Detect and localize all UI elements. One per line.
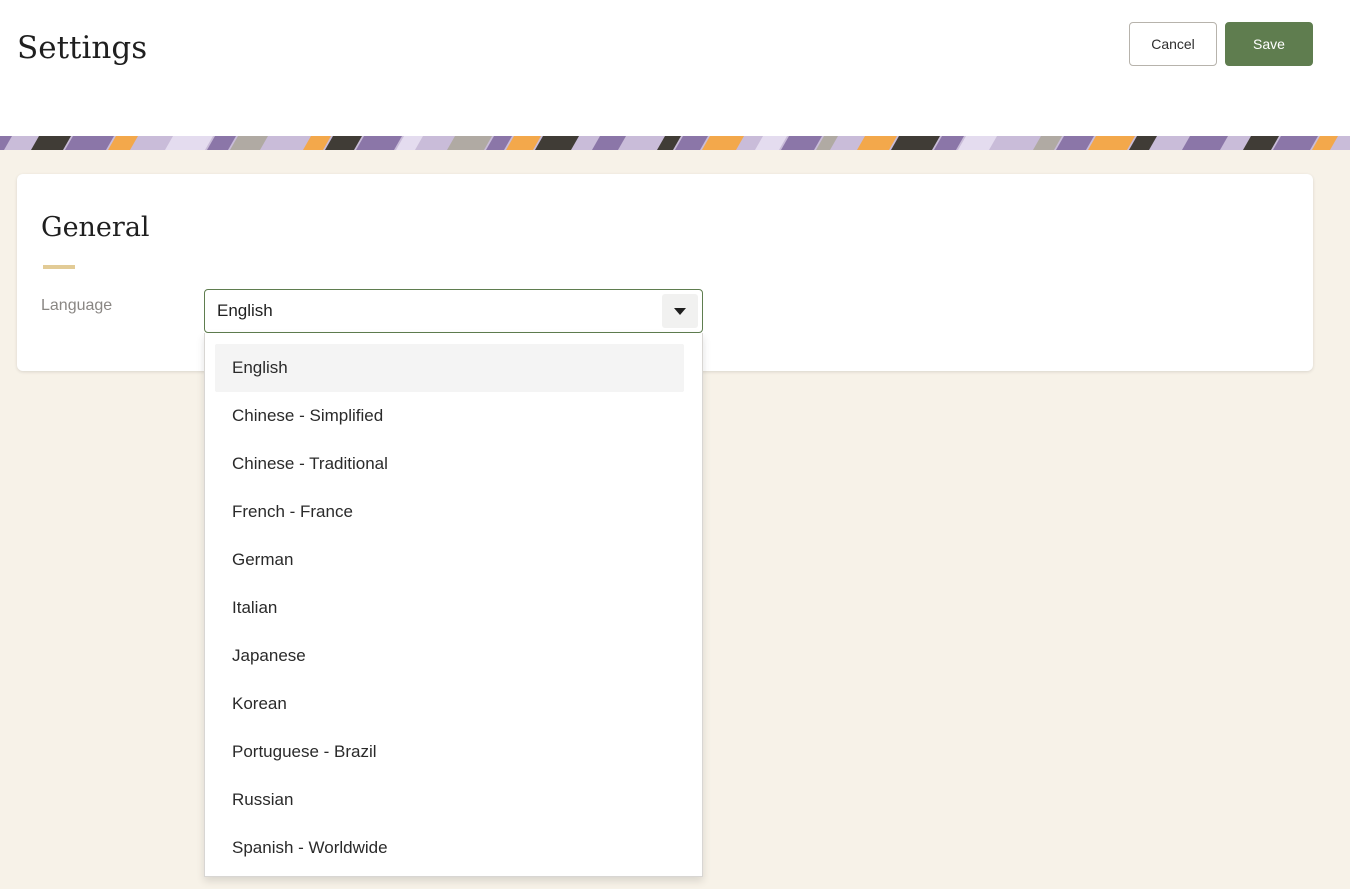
language-option[interactable]: English <box>215 344 684 392</box>
caret-down-icon[interactable] <box>662 294 698 328</box>
cancel-button[interactable]: Cancel <box>1129 22 1217 66</box>
language-select[interactable]: English <box>204 289 703 333</box>
language-option[interactable]: Chinese - Traditional <box>215 440 684 488</box>
language-option[interactable]: Portuguese - Brazil <box>215 728 684 776</box>
page-title: Settings <box>17 30 148 66</box>
language-dropdown-list: English Chinese - Simplified Chinese - T… <box>204 333 703 877</box>
language-option[interactable]: Chinese - Simplified <box>215 392 684 440</box>
language-option[interactable]: Korean <box>215 680 684 728</box>
page-header: Settings Cancel Save <box>0 0 1350 136</box>
language-option[interactable]: German <box>215 536 684 584</box>
decorative-banner <box>0 136 1350 150</box>
language-option[interactable]: French - France <box>215 488 684 536</box>
language-option[interactable]: Spanish - Worldwide <box>215 824 684 872</box>
section-title: General <box>41 212 150 243</box>
title-accent-bar <box>43 265 75 269</box>
save-button[interactable]: Save <box>1225 22 1313 66</box>
language-option[interactable]: Japanese <box>215 632 684 680</box>
language-option[interactable]: Italian <box>215 584 684 632</box>
banner-pattern-icon <box>0 136 1350 150</box>
language-option[interactable]: Russian <box>215 776 684 824</box>
language-select-value: English <box>217 301 273 320</box>
language-label: Language <box>41 297 113 314</box>
